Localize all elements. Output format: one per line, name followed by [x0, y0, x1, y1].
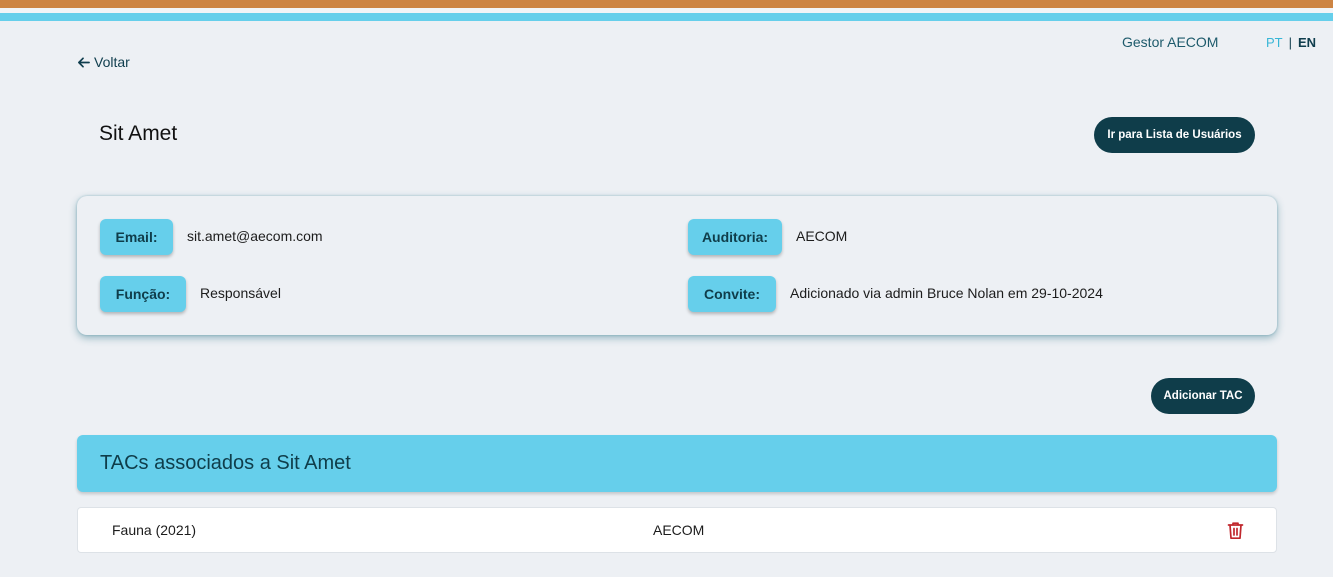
top-accent-bar-blue	[0, 13, 1333, 21]
back-link[interactable]: Voltar	[77, 54, 130, 70]
funcao-label: Função:	[100, 276, 186, 312]
email-label: Email:	[100, 219, 173, 255]
top-accent-bar-orange	[0, 0, 1333, 8]
trash-icon[interactable]	[1227, 521, 1244, 540]
current-user-label[interactable]: Gestor AECOM	[1122, 34, 1218, 50]
tac-name: Fauna (2021)	[112, 522, 197, 538]
funcao-value: Responsável	[200, 285, 281, 301]
arrow-left-icon	[78, 56, 90, 68]
tacs-section-header: TACs associados a Sit Amet	[77, 435, 1277, 492]
add-tac-button[interactable]: Adicionar TAC	[1151, 378, 1255, 414]
tacs-section-title: TACs associados a Sit Amet	[100, 452, 351, 474]
auditoria-label: Auditoria:	[688, 219, 782, 255]
table-row: Fauna (2021) AECOM	[77, 507, 1277, 553]
go-to-users-list-button[interactable]: Ir para Lista de Usuários	[1094, 117, 1255, 153]
back-link-label: Voltar	[94, 54, 130, 70]
page-title: Sit Amet	[99, 122, 178, 145]
email-value: sit.amet@aecom.com	[187, 228, 323, 244]
auditoria-value: AECOM	[796, 228, 848, 244]
lang-en-option[interactable]: EN	[1298, 35, 1316, 50]
lang-pt-option[interactable]: PT	[1266, 35, 1283, 50]
language-switcher: PT | EN	[1266, 35, 1316, 50]
convite-label: Convite:	[688, 276, 776, 312]
user-details-card: Email: sit.amet@aecom.com Auditoria: AEC…	[77, 196, 1277, 335]
tac-auditoria: AECOM	[653, 522, 705, 538]
convite-value: Adicionado via admin Bruce Nolan em 29-1…	[790, 285, 1103, 301]
lang-separator: |	[1288, 35, 1293, 50]
